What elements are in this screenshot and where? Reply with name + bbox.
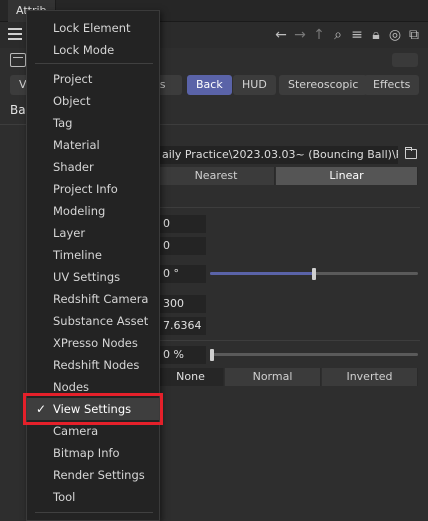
menu-item-label: Project Info	[53, 182, 118, 196]
menu-item-label: Shader	[53, 160, 94, 174]
menu-item-timeline[interactable]: Timeline	[27, 244, 159, 266]
lock-icon[interactable]: 🔒︎	[368, 26, 384, 44]
menu-item-label: Timeline	[53, 248, 102, 262]
menu-item-label: Project	[53, 72, 93, 86]
divider	[158, 340, 420, 341]
offset-x-field[interactable]: 0	[158, 215, 206, 233]
highlight-annotation	[23, 393, 163, 425]
menu-item-shader[interactable]: Shader	[27, 156, 159, 178]
tab-effects[interactable]: Effects	[364, 75, 420, 95]
arrow-up-icon[interactable]: ↑	[311, 26, 327, 44]
menu-item-label: Substance Asset	[53, 314, 149, 328]
filter-icon[interactable]: ≡	[349, 26, 365, 44]
menu-item-label: Lock Mode	[53, 43, 115, 57]
tab-hud[interactable]: HUD	[233, 75, 276, 95]
size-x-field[interactable]: 300	[158, 295, 206, 313]
rotation-slider-fill	[210, 272, 314, 275]
menu-item-label: Lock Element	[53, 21, 131, 35]
menu-item-label: Tag	[53, 116, 73, 130]
offset-y-field[interactable]: 0	[158, 237, 206, 255]
alpha-inverted[interactable]: Inverted	[322, 368, 418, 386]
menu-item-label: Nodes	[53, 380, 90, 394]
menu-item-redshift-nodes[interactable]: Redshift Nodes	[27, 354, 159, 376]
alpha-normal[interactable]: Normal	[225, 368, 321, 386]
menu-separator	[35, 63, 153, 64]
folder-icon[interactable]	[405, 147, 417, 159]
menu-item-uv-settings[interactable]: UV Settings	[27, 266, 159, 288]
menu-item-xpresso-nodes[interactable]: XPresso Nodes	[27, 332, 159, 354]
alpha-none[interactable]: None	[158, 368, 224, 386]
menu-item-label: Material	[53, 138, 100, 152]
tab-back[interactable]: Back	[187, 75, 232, 95]
menu-separator	[35, 512, 153, 513]
hamburger-menu-icon[interactable]	[8, 28, 22, 40]
tab-stereoscopic[interactable]: Stereoscopic	[279, 75, 368, 95]
size-y-field[interactable]: 7.6364	[158, 317, 206, 335]
menu-item-label: XPresso Nodes	[53, 336, 138, 350]
menu-item-lock-element[interactable]: Lock Element	[27, 17, 159, 39]
menu-item-substance-asset[interactable]: Substance Asset	[27, 310, 159, 332]
menu-item-object[interactable]: Object	[27, 90, 159, 112]
arrow-left-icon[interactable]: ←	[273, 26, 289, 44]
menu-item-label: Camera	[53, 424, 99, 438]
menu-item-label: Layer	[53, 226, 86, 240]
menu-item-lock-mode[interactable]: Lock Mode	[27, 39, 159, 61]
rotation-field[interactable]: 0 °	[158, 265, 206, 283]
transparency-slider-track[interactable]	[210, 353, 418, 356]
divider	[158, 207, 420, 208]
menu-item-label: Redshift Nodes	[53, 358, 140, 372]
menu-item-label: Modeling	[53, 204, 106, 218]
menu-item-label: Tool	[53, 490, 76, 504]
menu-item-project[interactable]: Project	[27, 68, 159, 90]
menu-item-redshift-camera[interactable]: Redshift Camera	[27, 288, 159, 310]
menu-item-label: Render Settings	[53, 468, 145, 482]
arrow-right-icon[interactable]: →	[292, 26, 308, 44]
image-path-field[interactable]: aily Practice\2023.03.03~ (Bouncing Ball…	[158, 146, 398, 164]
transparency-slider-handle[interactable]	[210, 349, 214, 361]
filter-linear[interactable]: Linear	[276, 167, 418, 185]
rotation-slider-handle[interactable]	[312, 268, 316, 280]
menu-item-tool[interactable]: Tool	[27, 486, 159, 508]
panel-icon[interactable]	[10, 53, 26, 67]
search-icon[interactable]: ⌕	[330, 26, 346, 44]
menu-item-tag[interactable]: Tag	[27, 112, 159, 134]
menu-item-project-info[interactable]: Project Info	[27, 178, 159, 200]
menu-item-render-settings[interactable]: Render Settings	[27, 464, 159, 486]
target-icon[interactable]: ◎	[387, 26, 403, 44]
options-button[interactable]	[392, 53, 418, 67]
external-link-icon[interactable]: ⧉	[406, 26, 422, 44]
menu-item-bitmap-info[interactable]: Bitmap Info	[27, 442, 159, 464]
menu-item-label: Bitmap Info	[53, 446, 120, 460]
menu-item-modeling[interactable]: Modeling	[27, 200, 159, 222]
menu-item-label: UV Settings	[53, 270, 121, 284]
menu-item-material[interactable]: Material	[27, 134, 159, 156]
transparency-field[interactable]: 0 %	[158, 346, 206, 364]
attributes-dropdown-menu: Lock Element Lock Mode Project Object Tag Mat…	[26, 10, 160, 521]
menu-item-label: Object	[53, 94, 91, 108]
toolbar-icons: ← → ↑ ⌕ ≡ 🔒︎ ◎ ⧉	[273, 26, 422, 44]
filter-nearest[interactable]: Nearest	[158, 167, 275, 185]
menu-item-layer[interactable]: Layer	[27, 222, 159, 244]
menu-item-label: Redshift Camera	[53, 292, 149, 306]
